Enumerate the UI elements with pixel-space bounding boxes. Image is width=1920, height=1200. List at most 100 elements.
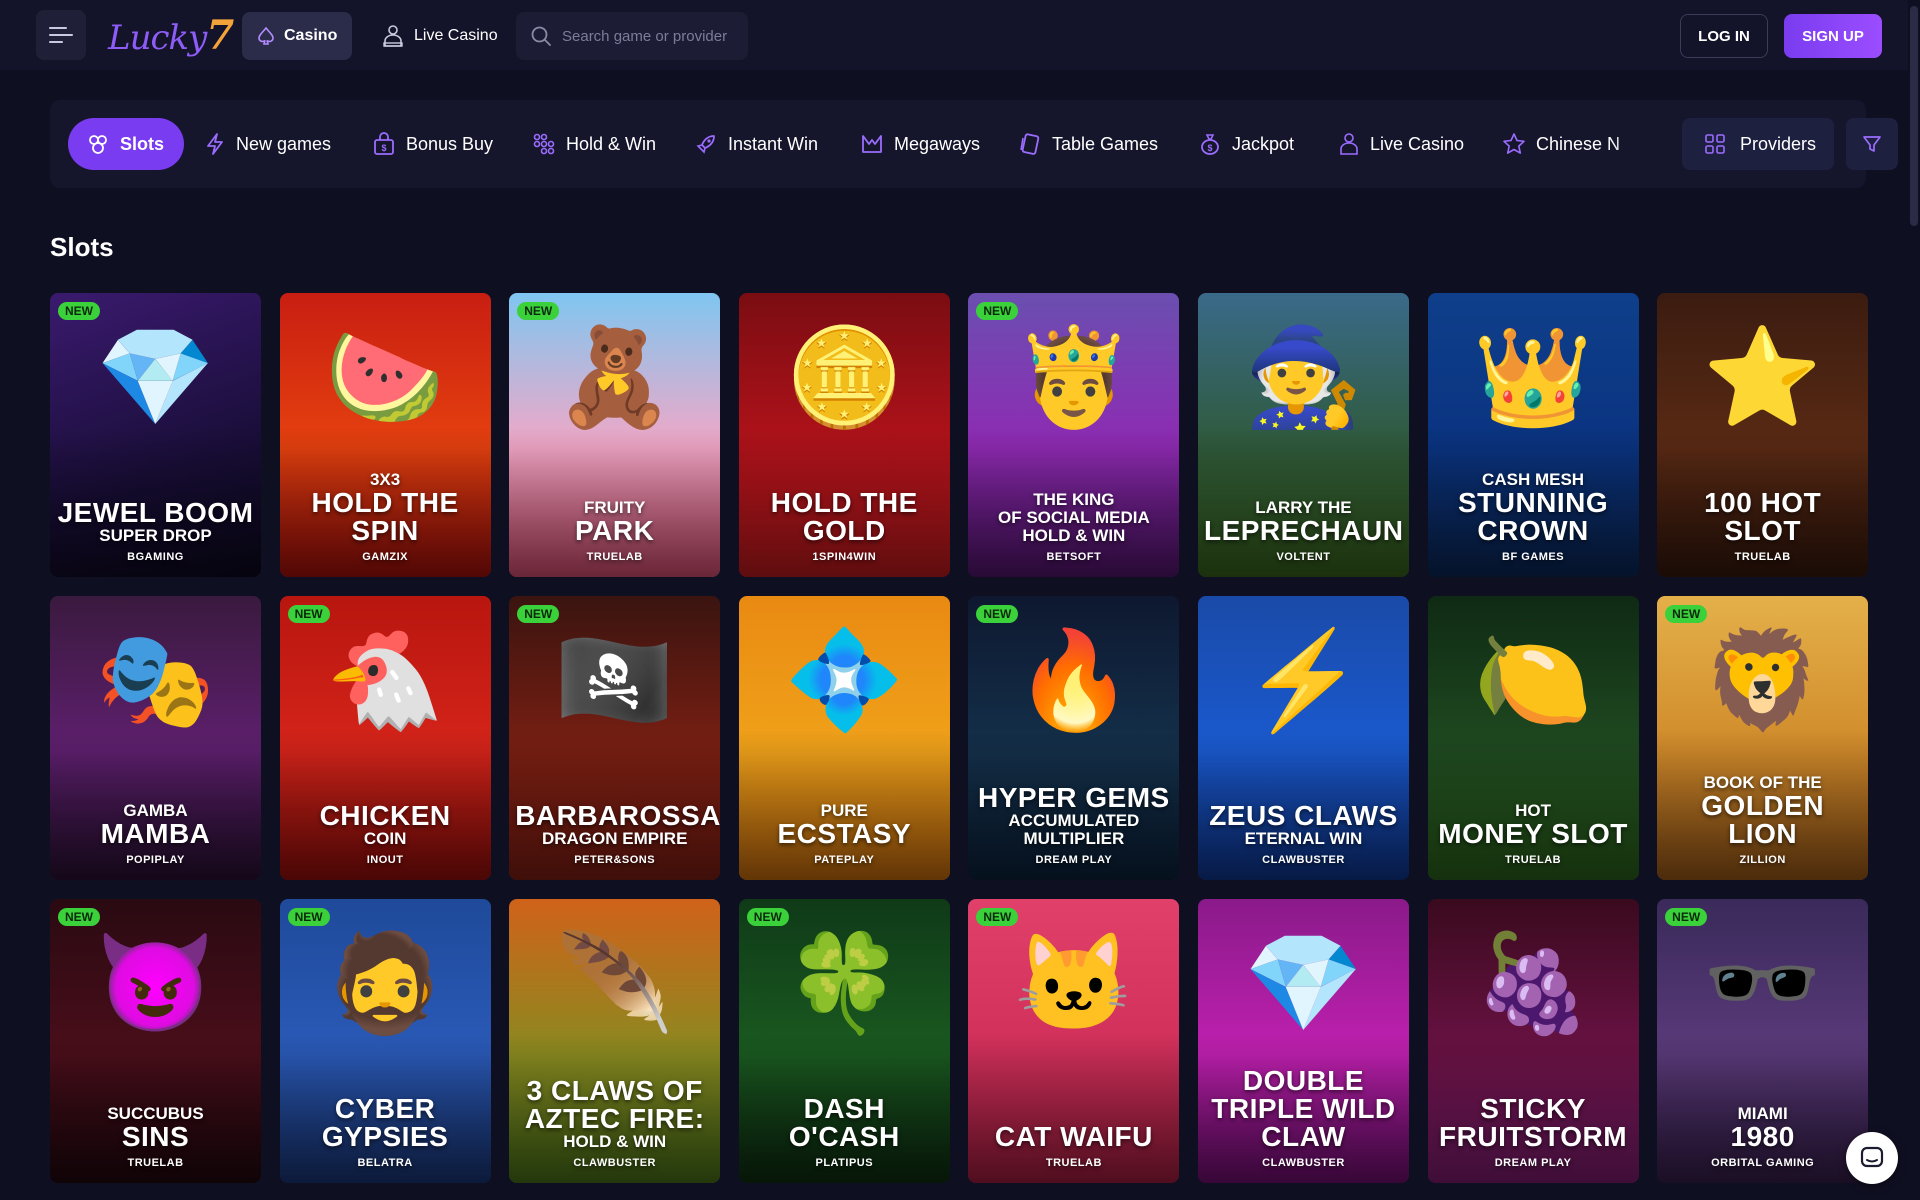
providers-button[interactable]: Providers [1682, 118, 1834, 170]
game-card[interactable]: ⚡ ZEUS CLAWS ETERNAL WIN CLAWBUSTER [1197, 596, 1409, 880]
game-card[interactable]: 🧸 NEW FRUITY PARK TRUELAB [509, 293, 721, 577]
nav-casino-label: Casino [284, 27, 338, 44]
category-chinese-new-year[interactable]: Chinese N [1502, 118, 1620, 170]
game-provider: PATEPLAY [814, 854, 875, 866]
money-bag-icon: $ [1201, 134, 1219, 155]
search-box[interactable] [516, 12, 748, 60]
game-provider: POPIPLAY [126, 854, 185, 866]
game-artwork: 💠 [784, 627, 905, 735]
slots-icon [89, 135, 107, 154]
game-title: DASH O'CASH [788, 1093, 900, 1152]
game-provider: BELATRA [357, 1157, 413, 1169]
nav-live-casino[interactable]: Live Casino [372, 12, 508, 60]
category-new-games-label: New games [236, 133, 332, 154]
game-artwork: 🍉 [325, 324, 445, 432]
game-artwork: 🕶️ [1702, 930, 1823, 1038]
game-titles: FRUITY PARK TRUELAB [515, 499, 714, 563]
hamburger-icon [49, 27, 73, 43]
game-provider: INOUT [366, 854, 404, 866]
game-card[interactable]: 🤴 NEW THE KING OF SOCIAL MEDIA HOLD & WIN BE… [968, 293, 1180, 577]
game-artwork: 🍋 [1473, 627, 1593, 735]
game-card[interactable]: 🎭 GAMBA MAMBA POPIPLAY [50, 596, 261, 880]
game-provider: ORBITAL GAMING [1711, 1157, 1815, 1169]
game-provider: TRUELAB [1505, 854, 1562, 866]
game-card[interactable]: 🕶️ NEW MIAMI 1980 ORBITAL GAMING [1657, 899, 1869, 1183]
category-table-games-label: Table Games [1052, 133, 1159, 154]
new-badge: NEW [976, 908, 1019, 926]
game-subtitle-bottom: SUPER DROP [99, 526, 212, 546]
game-card[interactable]: 🍉 3X3 HOLD THE SPIN GAMZIX [279, 293, 491, 577]
game-card[interactable]: 🪙 HOLD THE GOLD 1SPIN4WIN [738, 293, 950, 577]
game-subtitle-bottom: OF SOCIAL MEDIA HOLD & WIN [998, 508, 1150, 546]
game-artwork: 🏴‍☠️ [554, 627, 675, 735]
site-logo[interactable]: Lucky7 [108, 12, 234, 59]
nav-live-casino-label: Live Casino [414, 27, 498, 44]
spade-icon [258, 26, 274, 45]
game-title: BARBAROSSA [515, 800, 721, 832]
game-card[interactable]: 👑 CASH MESH STUNNING CROWN BF GAMES [1427, 293, 1639, 577]
game-titles: CYBER GYPSIES BELATRA [286, 1093, 485, 1170]
game-card[interactable]: 🍀 NEW DASH O'CASH PLATIPUS [738, 899, 950, 1183]
search-input[interactable] [562, 27, 742, 45]
game-artwork: ⚡ [1243, 627, 1364, 735]
category-live-casino[interactable]: Live Casino [1338, 118, 1464, 170]
category-new-games[interactable]: New games [204, 118, 331, 170]
game-titles: CAT WAIFU TRUELAB [974, 1123, 1173, 1170]
category-slots[interactable]: Slots [68, 118, 185, 170]
category-megaways-label: Megaways [894, 133, 981, 154]
category-hold-win[interactable]: Hold & Win [532, 118, 656, 170]
game-card[interactable]: 🧔 NEW CYBER GYPSIES BELATRA [279, 899, 491, 1183]
menu-button[interactable] [36, 10, 86, 60]
game-artwork: 💎 [95, 324, 216, 432]
scrollbar[interactable] [1908, 0, 1920, 1200]
scrollbar-thumb[interactable] [1910, 6, 1918, 226]
nav-casino[interactable]: Casino [242, 12, 352, 60]
game-card[interactable]: 🍋 HOT MONEY SLOT TRUELAB [1427, 596, 1639, 880]
category-bonus-buy[interactable]: $ Bonus Buy [372, 118, 493, 170]
game-title: MONEY SLOT [1438, 818, 1628, 849]
game-card[interactable]: 💎 NEW JEWEL BOOM SUPER DROP BGAMING [50, 293, 261, 577]
new-badge: NEW [976, 302, 1019, 320]
game-card[interactable]: 🐱 NEW CAT WAIFU TRUELAB [968, 899, 1180, 1183]
svg-text:$: $ [1207, 143, 1212, 153]
game-card[interactable]: 🐔 NEW CHICKEN COIN INOUT [279, 596, 491, 880]
login-button[interactable]: LOG IN [1680, 14, 1768, 58]
game-card[interactable]: 💠 PURE ECSTASY PATEPLAY [738, 596, 950, 880]
game-card[interactable]: 🔥 NEW HYPER GEMS ACCUMULATED MULTIPLIER DREA… [968, 596, 1180, 880]
category-live-casino-label: Live Casino [1370, 133, 1465, 154]
megaways-icon [862, 135, 882, 153]
filter-button[interactable] [1846, 118, 1898, 170]
new-badge: NEW [287, 605, 330, 623]
game-card[interactable]: 🧙 LARRY THE LEPRECHAUN VOLTENT [1197, 293, 1409, 577]
support-chat-button[interactable] [1846, 1132, 1898, 1184]
game-card[interactable]: 🪶 3 CLAWS OF AZTEC FIRE: HOLD & WIN CLAWBUS… [509, 899, 721, 1183]
game-provider: PLATIPUS [815, 1157, 874, 1169]
signup-button[interactable]: SIGN UP [1784, 14, 1882, 58]
game-card[interactable]: 🦁 NEW BOOK OF THE GOLDEN LION ZILLION [1657, 596, 1869, 880]
new-badge: NEW [746, 908, 789, 926]
game-card[interactable]: 🍇 STICKY FRUITSTORM DREAM PLAY [1427, 899, 1639, 1183]
grid-icon [1705, 134, 1725, 154]
game-titles: CHICKEN COIN INOUT [286, 802, 485, 866]
category-megaways[interactable]: Megaways [860, 118, 980, 170]
category-instant-win[interactable]: Instant Win [694, 118, 818, 170]
game-card[interactable]: 🏴‍☠️ NEW BARBAROSSA DRAGON EMPIRE PETER&SONS [509, 596, 721, 880]
category-jackpot[interactable]: $ Jackpot [1198, 118, 1294, 170]
game-card[interactable]: ⭐ 100 HOT SLOT TRUELAB [1657, 293, 1869, 577]
new-badge: NEW [1665, 908, 1708, 926]
game-title: HOLD THE SPIN [311, 487, 459, 546]
game-card[interactable]: 💎 DOUBLE TRIPLE WILD CLAW CLAWBUSTER [1197, 899, 1409, 1183]
game-titles: THE KING OF SOCIAL MEDIA HOLD & WIN BETSOF… [974, 491, 1173, 563]
category-bonus-buy-label: Bonus Buy [406, 133, 494, 154]
dealer-icon [1340, 133, 1358, 155]
game-titles: DASH O'CASH PLATIPUS [745, 1093, 944, 1170]
game-titles: 3X3 HOLD THE SPIN GAMZIX [286, 471, 485, 563]
category-table-games[interactable]: Table Games [1018, 118, 1158, 170]
cards-icon [1020, 133, 1040, 155]
game-title: CYBER GYPSIES [321, 1093, 449, 1152]
game-title: GOLDEN LION [1701, 790, 1825, 849]
game-title: JEWEL BOOM [57, 497, 254, 529]
category-instant-win-label: Instant Win [728, 133, 819, 154]
game-card[interactable]: 😈 NEW SUCCUBUS SINS TRUELAB [50, 899, 261, 1183]
game-provider: TRUELAB [127, 1157, 184, 1169]
